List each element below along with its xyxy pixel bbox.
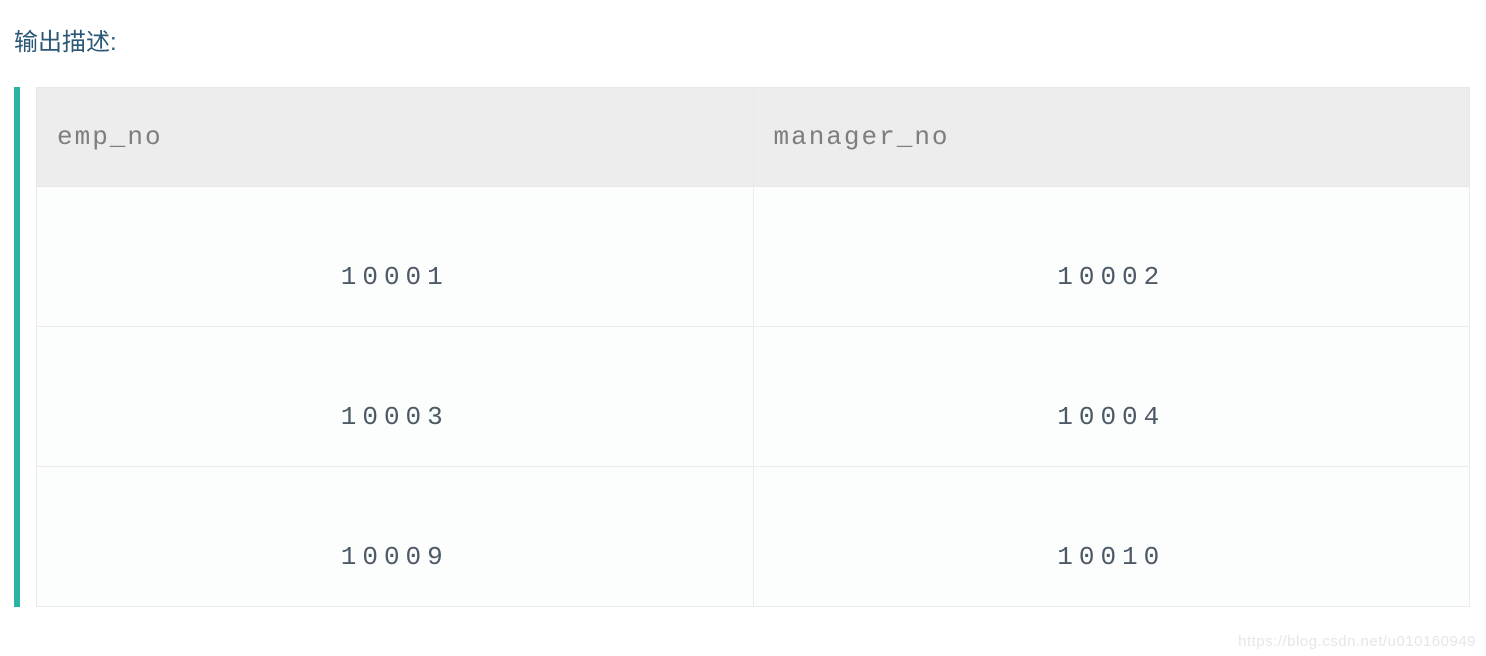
watermark-text: https://blog.csdn.net/u010160949 — [1238, 633, 1476, 650]
col-header-manager-no: manager_no — [753, 88, 1470, 187]
table-row: 10009 10010 — [37, 467, 1470, 607]
cell-emp-no: 10003 — [37, 327, 754, 467]
cell-emp-no: 10009 — [37, 467, 754, 607]
output-table-container: emp_no manager_no 10001 10002 10003 1000… — [14, 87, 1470, 607]
table-row: 10003 10004 — [37, 327, 1470, 467]
table-header-row: emp_no manager_no — [37, 88, 1470, 187]
cell-manager-no: 10002 — [753, 187, 1470, 327]
cell-manager-no: 10010 — [753, 467, 1470, 607]
cell-manager-no: 10004 — [753, 327, 1470, 467]
table-row: 10001 10002 — [37, 187, 1470, 327]
cell-emp-no: 10001 — [37, 187, 754, 327]
output-table: emp_no manager_no 10001 10002 10003 1000… — [36, 87, 1470, 607]
col-header-emp-no: emp_no — [37, 88, 754, 187]
section-title: 输出描述: — [0, 0, 1486, 57]
